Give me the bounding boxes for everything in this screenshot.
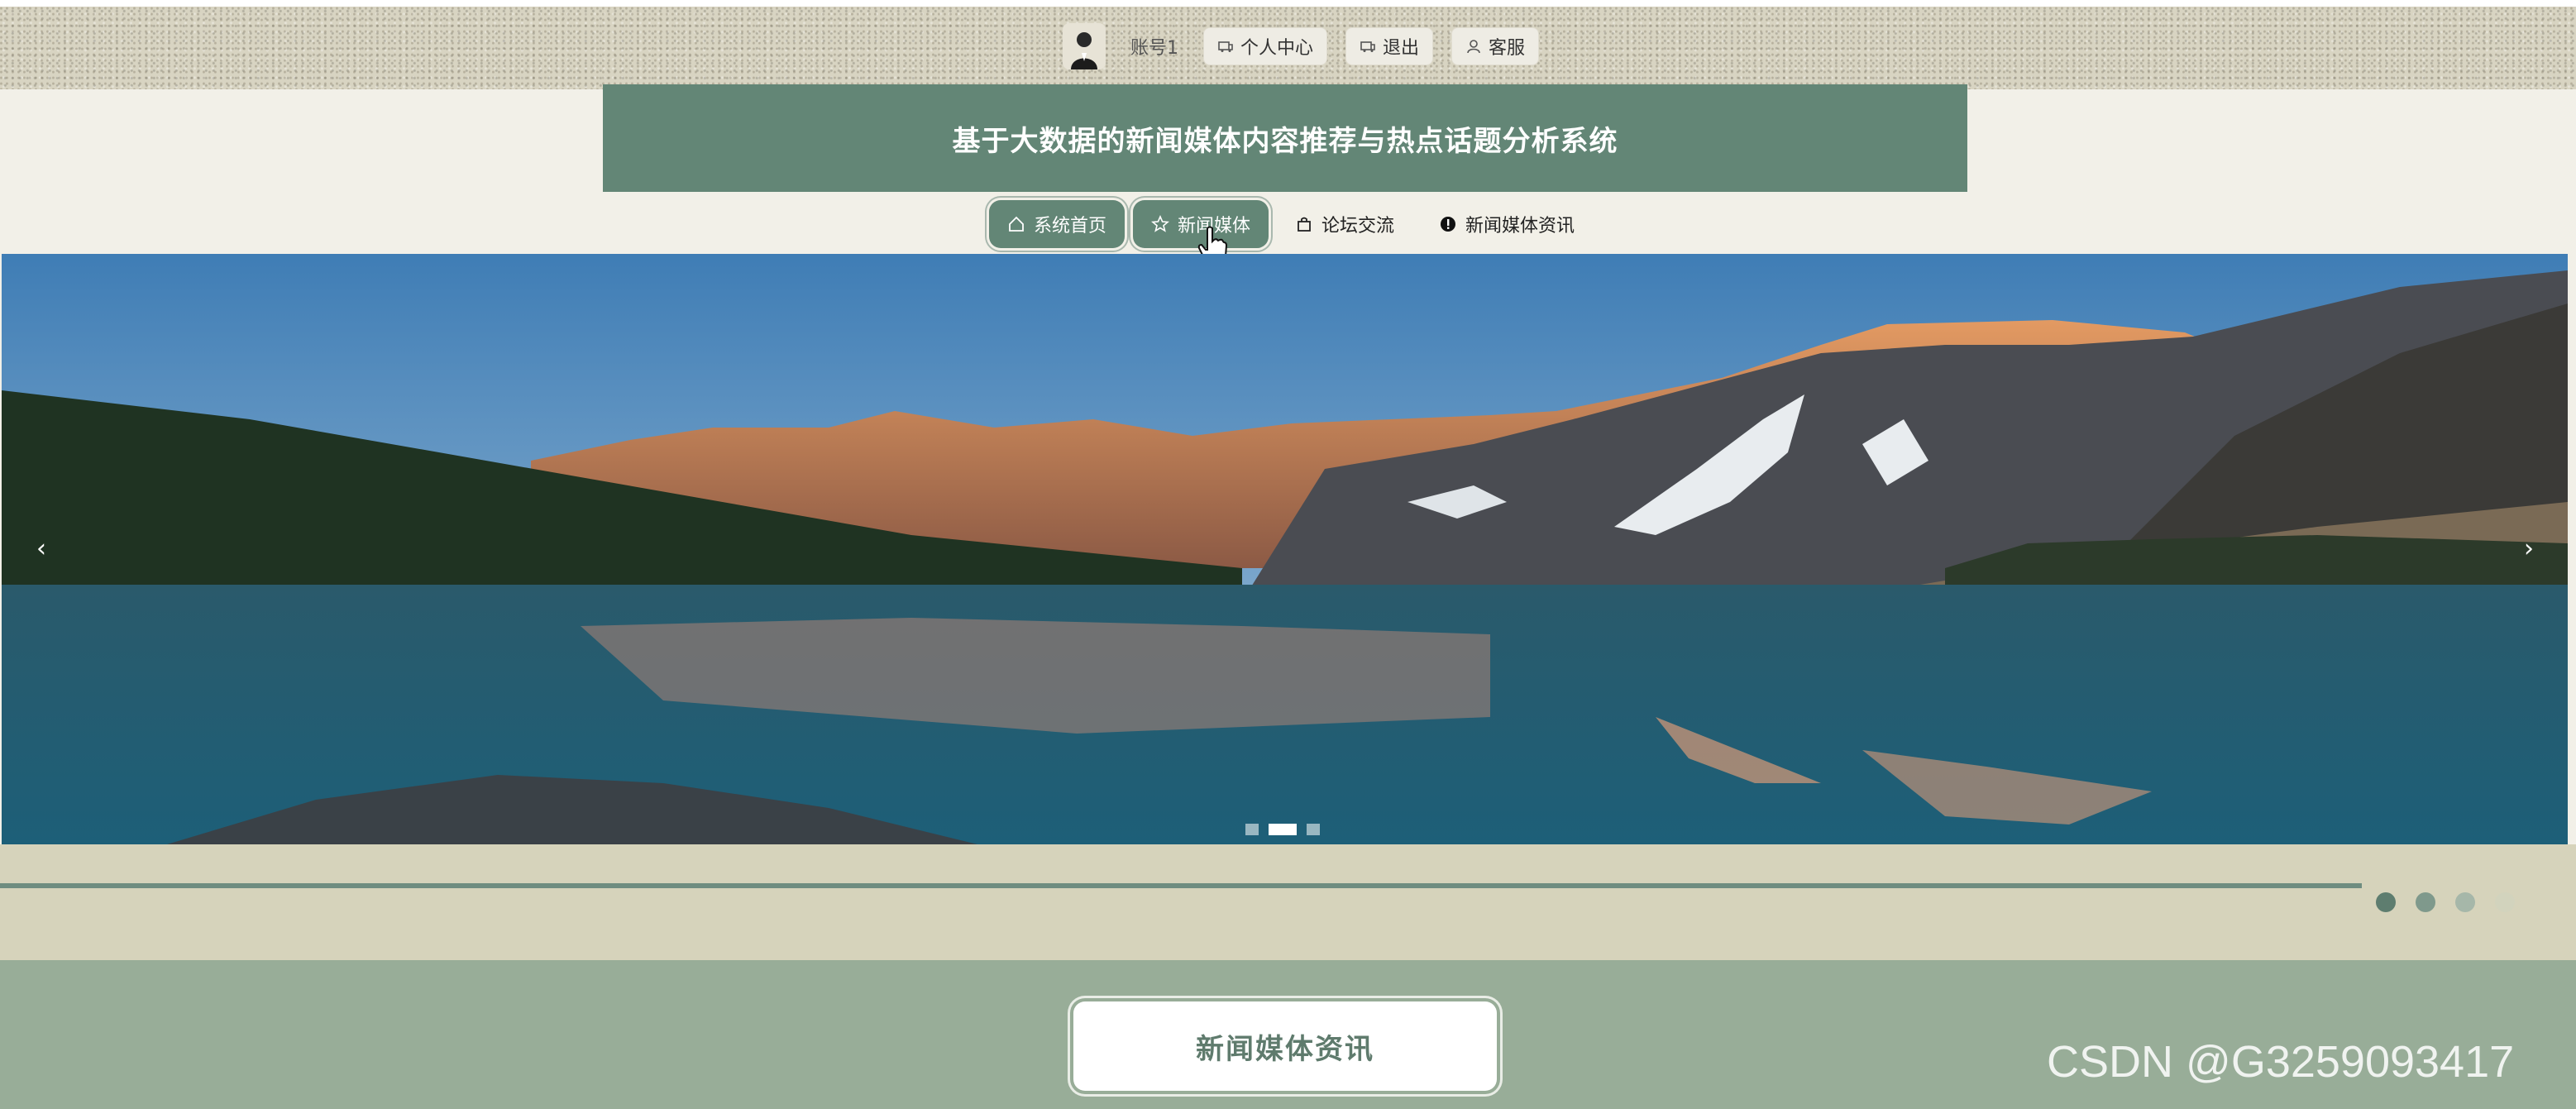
decorative-strip [0, 844, 2576, 960]
title-banner: 基于大数据的新闻媒体内容推荐与热点话题分析系统 [603, 84, 1967, 192]
carousel-indicators [1245, 824, 1320, 835]
customer-service-button[interactable]: 客服 [1451, 27, 1540, 65]
logout-icon [1360, 41, 1375, 52]
decorative-line [0, 883, 2362, 888]
account-name: 账号1 [1130, 38, 1178, 59]
decorative-dot-1 [2376, 892, 2396, 912]
info-icon [1441, 217, 1456, 232]
personal-center-button[interactable]: 个人中心 [1203, 27, 1328, 65]
carousel-dot-1[interactable] [1245, 824, 1259, 835]
decorative-dot-2 [2416, 892, 2435, 912]
personal-center-label: 个人中心 [1240, 38, 1314, 59]
carousel-dot-3[interactable] [1307, 824, 1320, 835]
customer-service-icon [1467, 40, 1480, 54]
logout-button[interactable]: 退出 [1345, 27, 1434, 65]
nav-item-forum[interactable]: 论坛交流 [1277, 200, 1412, 248]
nav-item-home-label: 系统首页 [1034, 216, 1107, 237]
main-nav: 系统首页 新闻媒体 论坛交流 新闻媒体资讯 [989, 197, 1593, 251]
decorative-dots [2376, 892, 2515, 912]
avatar-person-icon [1071, 32, 1097, 69]
user-toolbar: 账号1 个人中心 退出 客服 [1063, 20, 1540, 73]
mountain-lake-image [2, 254, 2568, 844]
logout-label: 退出 [1383, 38, 1420, 59]
star-icon [1151, 215, 1169, 232]
decorative-dot-3 [2455, 892, 2475, 912]
carousel-prev-button[interactable]: ‹ [25, 532, 58, 565]
carousel-dot-2[interactable] [1269, 824, 1297, 835]
image-carousel[interactable]: ‹ › [2, 254, 2568, 844]
watermark: CSDN @G3259093417 [2047, 1037, 2515, 1087]
nav-item-home[interactable]: 系统首页 [989, 200, 1126, 248]
decorative-dot-4 [2495, 892, 2515, 912]
carousel-next-button[interactable]: › [2512, 532, 2545, 565]
section-title-box: 新闻媒体资讯 [1073, 1001, 1497, 1091]
nav-item-news-info-label: 新闻媒体资讯 [1465, 216, 1575, 237]
nav-item-forum-label: 论坛交流 [1321, 216, 1395, 237]
page-title: 基于大数据的新闻媒体内容推荐与热点话题分析系统 [952, 124, 1618, 158]
avatar[interactable] [1063, 23, 1106, 69]
personal-center-icon [1218, 41, 1233, 52]
customer-service-label: 客服 [1489, 38, 1526, 59]
section-title: 新闻媒体资讯 [1196, 1032, 1374, 1066]
bag-icon [1298, 217, 1311, 232]
nav-item-news-info[interactable]: 新闻媒体资讯 [1421, 200, 1593, 248]
home-icon [1009, 216, 1024, 232]
